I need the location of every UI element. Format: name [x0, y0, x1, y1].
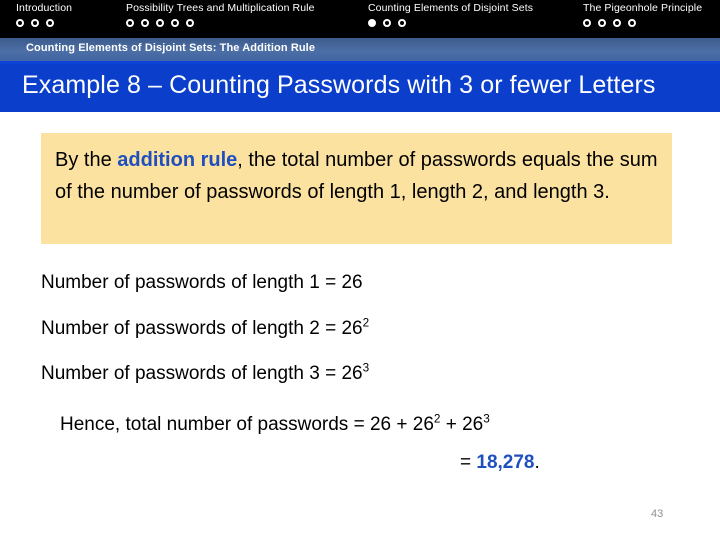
statement-exponent: 2: [362, 316, 370, 330]
nav-section-label: The Pigeonhole Principle: [583, 2, 703, 14]
nav-dot[interactable]: [156, 19, 164, 27]
nav-section-progress-dots: [16, 19, 72, 27]
conclusion-result-line: = 18,278.: [460, 452, 540, 474]
nav-dot[interactable]: [46, 19, 54, 27]
nav-dot[interactable]: [16, 19, 24, 27]
conclusion-text-part1: Hence, total number of passwords = 26 + …: [60, 414, 434, 435]
statement-text: Number of passwords of length 3 = 26: [41, 363, 363, 384]
statement-length-3: Number of passwords of length 3 = 263: [41, 361, 370, 385]
nav-dot[interactable]: [598, 19, 606, 27]
callout-text-before: By the: [55, 149, 118, 171]
conclusion-period: .: [534, 452, 540, 473]
nav-section-label: Introduction: [16, 2, 73, 14]
conclusion-exponent-2: 3: [483, 412, 490, 426]
statement-length-1: Number of passwords of length 1 = 26: [41, 272, 363, 294]
nav-section-introduction[interactable]: Introduction: [16, 2, 72, 27]
nav-dot[interactable]: [31, 19, 39, 27]
nav-section-progress-dots: [583, 19, 702, 27]
nav-dot[interactable]: [613, 19, 621, 27]
addition-rule-callout-box: By the addition rule, the total number o…: [41, 133, 672, 244]
nav-dot[interactable]: [398, 19, 406, 27]
statement-text: Number of passwords of length 1 = 26: [41, 272, 363, 293]
callout-text: By the addition rule, the total number o…: [55, 144, 658, 208]
section-subtitle-band: Counting Elements of Disjoint Sets: The …: [0, 38, 720, 62]
nav-dot-active[interactable]: [368, 19, 376, 27]
nav-dot[interactable]: [383, 19, 391, 27]
callout-accent-term: addition rule: [117, 149, 238, 171]
nav-section-pigeonhole-principle[interactable]: The Pigeonhole Principle: [583, 2, 702, 27]
nav-section-possibility-trees[interactable]: Possibility Trees and Multiplication Rul…: [126, 2, 315, 27]
nav-dot[interactable]: [186, 19, 194, 27]
nav-dot[interactable]: [126, 19, 134, 27]
nav-section-counting-disjoint-sets[interactable]: Counting Elements of Disjoint Sets: [368, 2, 533, 27]
slide-title-bar: Example 8 – Counting Passwords with 3 or…: [0, 64, 720, 112]
conclusion-result-value: 18,278: [476, 452, 535, 473]
conclusion-expression-line: Hence, total number of passwords = 26 + …: [60, 412, 490, 436]
conclusion-equals-sign: =: [460, 452, 477, 473]
section-subtitle-text: Counting Elements of Disjoint Sets: The …: [26, 42, 316, 54]
nav-dot[interactable]: [141, 19, 149, 27]
nav-dot[interactable]: [583, 19, 591, 27]
nav-dot[interactable]: [171, 19, 179, 27]
top-navigation-strip: Introduction Possibility Trees and Multi…: [0, 0, 720, 38]
conclusion-text-part2: + 26: [440, 414, 484, 435]
slide-title: Example 8 – Counting Passwords with 3 or…: [22, 71, 656, 99]
nav-dot[interactable]: [628, 19, 636, 27]
nav-section-label: Possibility Trees and Multiplication Rul…: [126, 2, 315, 14]
statement-text: Number of passwords of length 2 = 26: [41, 318, 363, 339]
statement-exponent: 3: [362, 361, 370, 375]
nav-section-progress-dots: [126, 19, 315, 27]
page-number: 43: [651, 508, 664, 520]
nav-section-progress-dots: [368, 19, 533, 27]
nav-section-label: Counting Elements of Disjoint Sets: [368, 2, 534, 14]
statement-length-2: Number of passwords of length 2 = 262: [41, 316, 370, 340]
